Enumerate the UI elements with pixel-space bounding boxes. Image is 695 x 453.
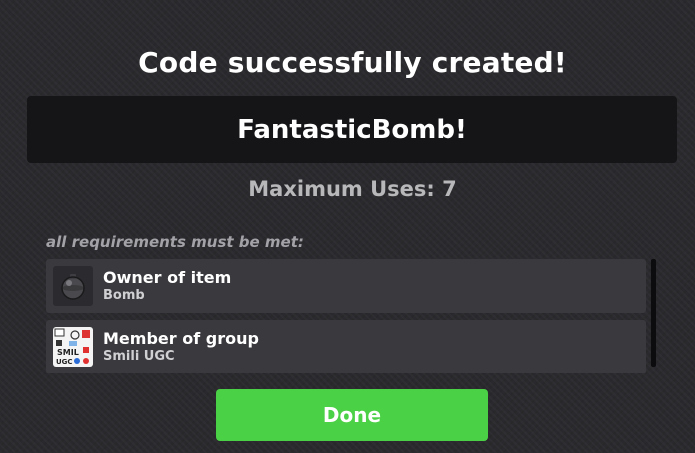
requirement-item: Owner of item Bomb	[46, 259, 646, 313]
requirement-item: SMIL UGC Member of group Smili UGC	[46, 320, 646, 373]
code-text: FantasticBomb!	[237, 114, 467, 145]
requirement-subtitle: Smili UGC	[103, 349, 175, 364]
max-uses-label: Maximum Uses: 7	[248, 177, 457, 201]
requirements-heading: all requirements must be met:	[46, 233, 304, 251]
code-display[interactable]: FantasticBomb!	[27, 96, 677, 163]
svg-text:UGC: UGC	[56, 358, 73, 366]
dialog-title: Code successfully created!	[138, 46, 567, 79]
requirements-scrollbar[interactable]	[651, 259, 656, 367]
requirement-title: Owner of item	[103, 268, 232, 287]
done-button[interactable]: Done	[216, 389, 488, 441]
svg-text:SMIL: SMIL	[57, 348, 79, 357]
requirement-subtitle: Bomb	[103, 288, 145, 303]
requirements-list[interactable]: Owner of item Bomb SMIL UGC Member of gr…	[46, 259, 646, 373]
bomb-icon	[53, 266, 93, 306]
requirement-title: Member of group	[103, 329, 259, 348]
done-button-label: Done	[322, 403, 382, 427]
group-logo-icon: SMIL UGC	[53, 327, 93, 367]
